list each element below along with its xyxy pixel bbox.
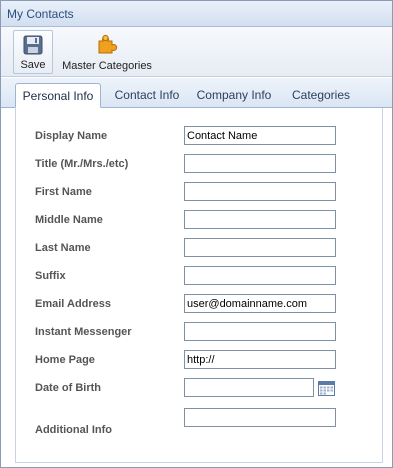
middle-name-field[interactable] (184, 210, 336, 229)
puzzle-piece-icon (96, 33, 118, 55)
tab-categories[interactable]: Categories (285, 83, 357, 108)
instant-messenger-label: Instant Messenger (35, 326, 132, 338)
form-row-first-name: First Name (16, 182, 382, 204)
additional-info-label: Additional Info (35, 424, 112, 436)
title-label: Title (Mr./Mrs./etc) (35, 158, 129, 170)
master-categories-button[interactable]: Master Categories (59, 30, 155, 74)
contacts-window: My Contacts Save Master Categories Perso… (0, 0, 393, 468)
date-of-birth-field[interactable] (184, 378, 314, 397)
display-name-field[interactable] (184, 126, 336, 145)
tab-strip: Personal Info Contact Info Company Info … (1, 78, 392, 108)
first-name-field[interactable] (184, 182, 336, 201)
home-page-label: Home Page (35, 354, 95, 366)
date-of-birth-label: Date of Birth (35, 382, 101, 394)
form-row-display-name: Display Name (16, 126, 382, 148)
calendar-icon[interactable] (318, 380, 335, 396)
middle-name-label: Middle Name (35, 214, 103, 226)
last-name-field[interactable] (184, 238, 336, 257)
form-row-instant-messenger: Instant Messenger (16, 322, 382, 344)
personal-info-panel: Display Name Title (Mr./Mrs./etc) First … (15, 108, 383, 463)
suffix-field[interactable] (184, 266, 336, 285)
display-name-label: Display Name (35, 130, 108, 142)
suffix-label: Suffix (35, 270, 66, 282)
form-row-date-of-birth: Date of Birth (16, 378, 382, 400)
email-label: Email Address (35, 298, 112, 310)
form-row-title: Title (Mr./Mrs./etc) (16, 154, 382, 176)
save-label: Save (20, 59, 46, 71)
save-button[interactable]: Save (13, 30, 53, 74)
window-title: My Contacts (1, 1, 392, 27)
form-row-last-name: Last Name (16, 238, 382, 260)
form-row-middle-name: Middle Name (16, 210, 382, 232)
tab-contact-info[interactable]: Contact Info (109, 83, 185, 108)
additional-info-field[interactable] (184, 408, 336, 427)
email-field[interactable] (184, 294, 336, 313)
floppy-disk-icon (22, 34, 44, 56)
form-row-email: Email Address (16, 294, 382, 316)
tab-company-info[interactable]: Company Info (191, 83, 277, 108)
toolbar: Save Master Categories (1, 27, 392, 77)
form-row-additional-info: Additional Info (16, 408, 382, 452)
form-row-home-page: Home Page (16, 350, 382, 372)
title-field[interactable] (184, 154, 336, 173)
instant-messenger-field[interactable] (184, 322, 336, 341)
tab-personal-info[interactable]: Personal Info (15, 83, 101, 108)
last-name-label: Last Name (35, 242, 91, 254)
home-page-field[interactable] (184, 350, 336, 369)
first-name-label: First Name (35, 186, 92, 198)
form-row-suffix: Suffix (16, 266, 382, 288)
master-categories-label: Master Categories (62, 60, 152, 72)
